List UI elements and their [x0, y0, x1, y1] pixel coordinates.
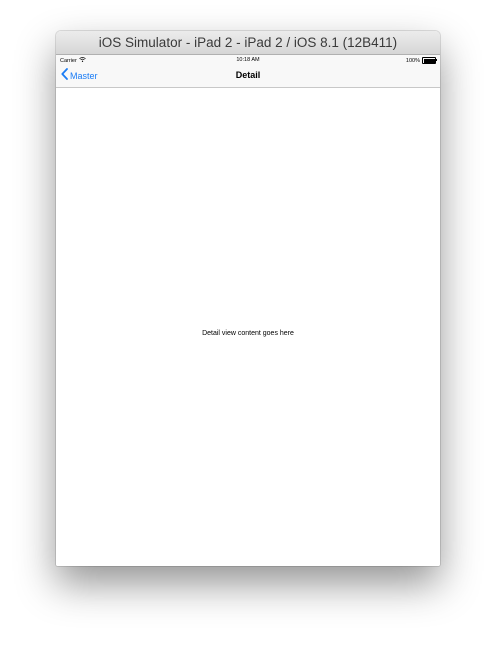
status-bar-right: 100% [405, 57, 437, 64]
window-title: iOS Simulator - iPad 2 - iPad 2 / iOS 8.… [98, 35, 398, 50]
device-screen: Carrier 10:18 AM 100% Master Detail Deta… [56, 55, 440, 566]
status-bar: Carrier 10:18 AM 100% [56, 55, 440, 65]
detail-content-label: Detail view content goes here [202, 330, 294, 337]
navigation-bar: Master Detail [56, 65, 440, 88]
window-titlebar[interactable]: iOS Simulator - iPad 2 - iPad 2 / iOS 8.… [56, 31, 440, 55]
battery-level-fill [423, 58, 435, 63]
battery-tip [436, 59, 437, 62]
battery-icon [422, 57, 437, 64]
simulator-window: iOS Simulator - iPad 2 - iPad 2 / iOS 8.… [56, 31, 440, 566]
nav-title: Detail [235, 70, 261, 80]
status-time: 10:18 AM [236, 57, 260, 63]
battery-percent: 100% [405, 57, 420, 64]
